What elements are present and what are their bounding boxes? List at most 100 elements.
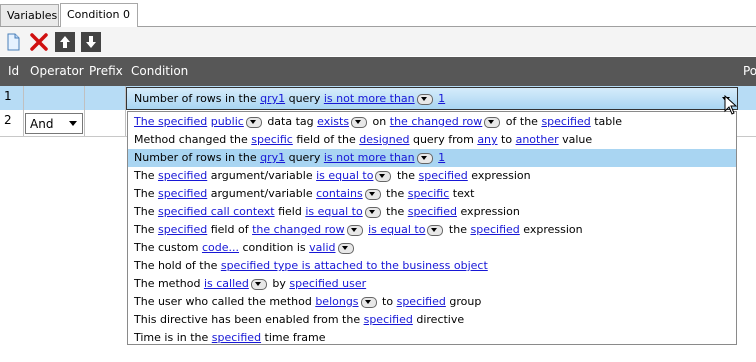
parameter-link[interactable]: The specified [134, 115, 207, 128]
condition-text: the [445, 223, 471, 236]
inline-dropdown-button[interactable] [375, 170, 392, 182]
condition-combobox[interactable]: Number of rows in the qry1 query is not … [126, 87, 738, 110]
parameter-link[interactable]: specified user [289, 277, 366, 290]
condition-option[interactable]: The method is called by specified user [128, 275, 736, 293]
condition-option[interactable]: The hold of the specified type is attach… [128, 257, 736, 275]
parameter-link[interactable]: valid [309, 241, 335, 254]
column-header-id[interactable]: Id [8, 57, 19, 86]
column-header-condition[interactable]: Condition [131, 57, 188, 86]
column-header-truncated[interactable]: Po [743, 57, 756, 86]
parameter-link[interactable]: specified type is attached to the busine… [221, 259, 488, 272]
parameter-link[interactable]: specific [408, 187, 450, 200]
inline-dropdown-button[interactable] [250, 278, 267, 290]
condition-option[interactable]: The specified argument/variable is equal… [128, 167, 736, 185]
condition-text: text [449, 187, 475, 200]
condition-option[interactable]: The specified field of the changed row i… [128, 221, 736, 239]
parameter-link[interactable]: is not more than [324, 92, 415, 105]
inline-dropdown-button[interactable] [484, 116, 501, 128]
parameter-link[interactable]: exists [317, 115, 349, 128]
condition-option[interactable]: The specified call context field is equa… [128, 203, 736, 221]
arrow-down-icon [86, 36, 96, 48]
column-header-operator[interactable]: Operator [30, 57, 84, 86]
parameter-link[interactable]: 1 [438, 151, 445, 164]
parameter-link[interactable]: specified [541, 115, 590, 128]
parameter-link[interactable]: is called [204, 277, 249, 290]
condition-text: query [285, 151, 324, 164]
condition-text: directive [412, 313, 465, 326]
parameter-link[interactable]: belongs [315, 295, 358, 308]
parameter-link[interactable]: designed [359, 133, 409, 146]
condition-text: to [378, 295, 397, 308]
parameter-link[interactable]: specified [397, 295, 446, 308]
parameter-link[interactable]: another [516, 133, 559, 146]
tab-variables[interactable]: Variables [0, 4, 59, 26]
parameter-link[interactable]: is not more than [324, 151, 415, 164]
tab-condition-0[interactable]: Condition 0 [60, 3, 138, 27]
tab-strip: Variables Condition 0 [0, 0, 756, 27]
condition-text: of the [502, 115, 542, 128]
inline-dropdown-button[interactable] [245, 116, 262, 128]
inline-dropdown-button[interactable] [351, 116, 368, 128]
parameter-link[interactable]: specified [212, 331, 261, 344]
operator-select[interactable]: And [25, 113, 83, 134]
inline-dropdown-button[interactable] [337, 242, 354, 254]
condition-text: the [382, 187, 408, 200]
inline-dropdown-button[interactable] [364, 188, 381, 200]
condition-option[interactable]: The user who called the method belongs t… [128, 293, 736, 311]
condition-text: The [134, 223, 158, 236]
parameter-link[interactable]: qry1 [260, 92, 285, 105]
parameter-link[interactable]: is equal to [316, 169, 373, 182]
parameter-link[interactable]: specified [408, 205, 457, 218]
cell-divider [125, 110, 126, 136]
condition-option[interactable]: This directive has been enabled from the… [128, 311, 736, 329]
condition-option[interactable]: The specified argument/variable contains… [128, 185, 736, 203]
parameter-link[interactable]: is equal to [368, 223, 425, 236]
parameter-link[interactable]: specific [251, 133, 293, 146]
inline-dropdown-button[interactable] [416, 93, 433, 105]
parameter-link[interactable]: specified [158, 223, 207, 236]
parameter-link[interactable]: is equal to [305, 205, 362, 218]
condition-text: The [134, 169, 158, 182]
parameter-link[interactable]: any [477, 133, 497, 146]
move-down-button[interactable] [81, 32, 101, 52]
delete-condition-button[interactable] [29, 32, 49, 52]
inline-dropdown-button[interactable] [364, 206, 381, 218]
parameter-link[interactable]: public [211, 115, 244, 128]
condition-option[interactable]: Method changed the specific field of the… [128, 131, 736, 149]
condition-text: The custom [134, 241, 202, 254]
condition-text: The method [134, 277, 204, 290]
table-header: Id Operator Prefix Condition Po [0, 57, 756, 86]
parameter-link[interactable]: contains [316, 187, 363, 200]
condition-text: expression [456, 205, 520, 218]
inline-dropdown-button[interactable] [427, 224, 444, 236]
column-header-prefix[interactable]: Prefix [89, 57, 123, 86]
delete-x-icon [30, 33, 48, 51]
condition-text: field of the [292, 133, 360, 146]
condition-option[interactable]: The custom code... condition is valid [128, 239, 736, 257]
condition-text: field [274, 205, 306, 218]
inline-dropdown-button[interactable] [416, 152, 433, 164]
inline-dropdown-button[interactable] [360, 296, 377, 308]
condition-option[interactable]: Number of rows in the qry1 query is not … [128, 149, 736, 167]
parameter-link[interactable]: specified [364, 313, 413, 326]
cell-divider [84, 86, 85, 110]
condition-option[interactable]: Time is in the specified time frame [128, 329, 736, 347]
parameter-link[interactable]: specified [158, 187, 207, 200]
condition-text: Time is in the [134, 331, 212, 344]
move-up-button[interactable] [55, 32, 75, 52]
parameter-link[interactable]: specified [470, 223, 519, 236]
condition-text: The [134, 205, 158, 218]
parameter-link[interactable]: specified [158, 169, 207, 182]
parameter-link[interactable]: specified call context [158, 205, 275, 218]
parameter-link[interactable]: 1 [438, 92, 445, 105]
parameter-link[interactable]: specified [419, 169, 468, 182]
parameter-link[interactable]: qry1 [260, 151, 285, 164]
parameter-link[interactable]: the changed row [390, 115, 483, 128]
parameter-link[interactable]: code... [202, 241, 239, 254]
condition-option[interactable]: The specified public data tag exists on … [128, 113, 736, 131]
new-condition-button[interactable] [3, 32, 23, 52]
condition-text: by [268, 277, 290, 290]
inline-dropdown-button[interactable] [346, 224, 363, 236]
condition-dropdown-list: The specified public data tag exists on … [127, 111, 737, 345]
parameter-link[interactable]: the changed row [252, 223, 345, 236]
